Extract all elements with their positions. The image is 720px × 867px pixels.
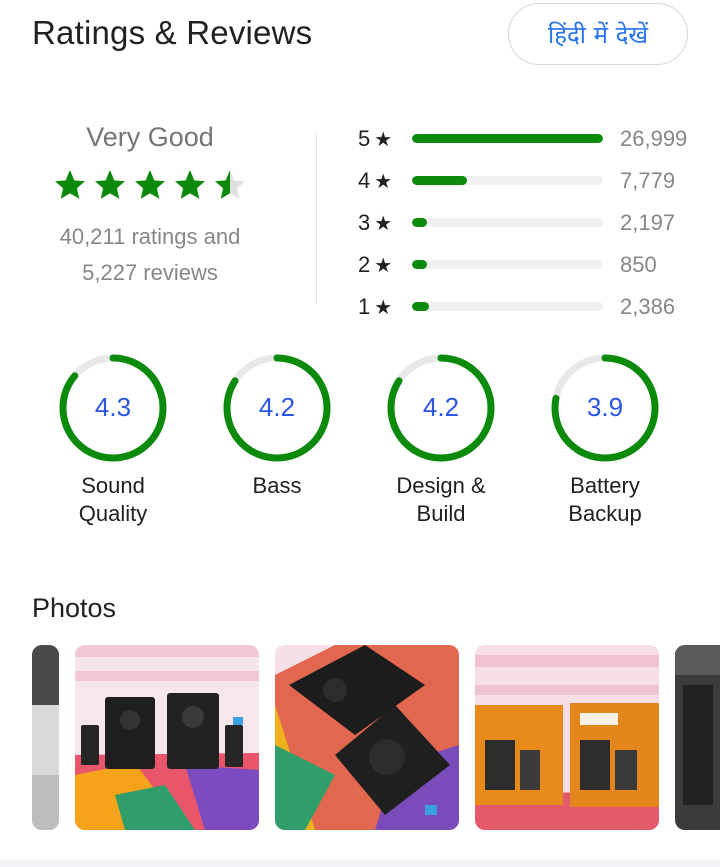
feature-battery-backup[interactable]: 3.9 Battery Backup [540, 352, 670, 528]
feature-score: 4.2 [258, 392, 296, 422]
feature-ratings: 4.3 Sound Quality 4.2 Bass 4.2 Design & Bu… [0, 352, 720, 542]
feature-score: 3.9 [586, 392, 624, 422]
distribution-count: 2,197 [620, 210, 676, 235]
star-level-label: 1 [358, 294, 371, 319]
photo-thumbnail[interactable] [275, 645, 459, 830]
section-divider [0, 860, 720, 867]
feature-design-build[interactable]: 4.2 Design & Build [376, 352, 506, 528]
half-star-icon [215, 170, 245, 199]
distribution-bar-fill [412, 218, 428, 227]
distribution-row-3: 3 ★ 2,197 [358, 202, 698, 244]
feature-label: Bass [252, 473, 302, 498]
distribution-row-5: 5 ★ 26,999 [358, 118, 698, 160]
distribution-count: 850 [620, 252, 657, 277]
feature-label: Design & [396, 473, 486, 498]
distribution-bar [412, 260, 603, 269]
star-level-label: 2 [358, 252, 371, 277]
distribution-bar [412, 218, 603, 227]
feature-sound-quality[interactable]: 4.3 Sound Quality [48, 352, 178, 528]
distribution-count: 7,779 [620, 168, 676, 193]
star-level-label: 4 [358, 168, 371, 193]
distribution-bar-fill [412, 134, 603, 143]
feature-label: Build [416, 501, 466, 526]
distribution-bar-fill [412, 176, 468, 185]
reviews-count: 5,227 reviews [82, 260, 218, 285]
feature-score: 4.2 [422, 392, 460, 422]
distribution-bar [412, 302, 603, 311]
distribution-row-1: 1 ★ 2,386 [358, 286, 698, 328]
feature-label: Battery [570, 473, 640, 498]
star-rating [32, 167, 268, 203]
photos-heading: Photos [32, 593, 117, 623]
star-icon: ★ [374, 296, 393, 319]
rating-verdict: Very Good [86, 122, 214, 152]
feature-bass[interactable]: 4.2 Bass [212, 352, 342, 500]
star-icon [175, 170, 205, 199]
star-icon: ★ [374, 212, 393, 235]
star-level-label: 5 [358, 126, 371, 151]
star-icon: ★ [374, 254, 393, 277]
distribution-bar [412, 176, 603, 185]
distribution-count: 2,386 [620, 294, 676, 319]
star-icon: ★ [374, 170, 393, 193]
feature-label: Backup [568, 501, 642, 526]
distribution-count: 26,999 [620, 126, 688, 151]
divider [316, 134, 317, 304]
photo-thumbnail[interactable] [675, 645, 720, 830]
photo-thumbnail[interactable] [475, 645, 659, 830]
feature-label: Sound [81, 473, 145, 498]
distribution-bar-fill [412, 260, 428, 269]
star-icon [55, 170, 85, 199]
distribution-row-4: 4 ★ 7,779 [358, 160, 698, 202]
rating-summary: Very Good 40,211 ratings and 5,227 revie… [32, 122, 268, 291]
distribution-bar [412, 134, 603, 143]
star-icon: ★ [374, 128, 393, 151]
star-icon [95, 170, 125, 199]
ratings-count: 40,211 ratings and [59, 224, 241, 249]
feature-label: Quality [78, 501, 148, 526]
photo-thumbnail[interactable] [32, 645, 59, 830]
star-icon [135, 170, 165, 199]
distribution-row-2: 2 ★ 850 [358, 244, 698, 286]
distribution-bar-fill [412, 302, 429, 311]
page-title: Ratings & Reviews [32, 14, 313, 51]
photo-thumbnail[interactable] [75, 645, 259, 830]
star-level-label: 3 [358, 210, 371, 235]
feature-score: 4.3 [94, 392, 132, 422]
view-in-hindi-button[interactable]: हिंदी में देखें [508, 3, 688, 65]
